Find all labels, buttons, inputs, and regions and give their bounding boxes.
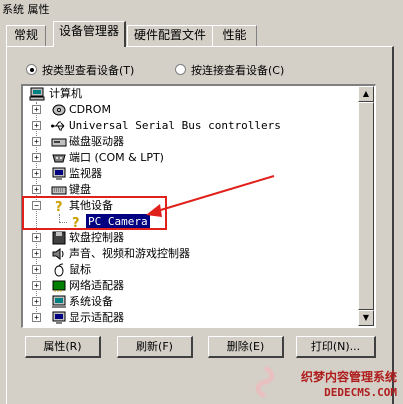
print-button[interactable]: 打印(N)...: [296, 336, 376, 358]
network-icon: [52, 280, 66, 292]
usb-icon: [51, 121, 65, 131]
mouse-icon: [54, 263, 64, 277]
properties-button[interactable]: 属性(R): [25, 336, 101, 358]
expand-toggle[interactable]: +: [32, 169, 41, 178]
system-device-icon: [52, 295, 66, 308]
window-title-bar: 系统 属性: [0, 0, 403, 16]
tab-hardware-profiles[interactable]: 硬件配置文件: [127, 25, 213, 46]
tree-item[interactable]: + 声音、视频和游戏控制器: [29, 246, 359, 261]
expand-toggle[interactable]: +: [32, 249, 41, 258]
view-by-type-label: 按类型查看设备(T): [42, 64, 135, 77]
port-icon: [52, 154, 66, 163]
expand-toggle[interactable]: +: [32, 137, 41, 146]
expand-toggle[interactable]: +: [32, 105, 41, 114]
monitor-icon: [52, 167, 66, 180]
tree-root-label: 计算机: [49, 87, 82, 100]
scroll-thumb[interactable]: [358, 102, 374, 310]
tree-item[interactable]: + 鼠标: [29, 262, 359, 277]
keyboard-icon: [51, 186, 67, 195]
expand-toggle[interactable]: +: [32, 233, 41, 242]
computer-icon: [29, 87, 45, 101]
tree-item[interactable]: + Universal Serial Bus controllers: [29, 118, 359, 133]
floppy-controller-icon: [52, 231, 66, 245]
watermark-logo-icon: [255, 366, 275, 398]
expand-toggle[interactable]: +: [32, 281, 41, 290]
tree-item[interactable]: + 磁盘驱动器: [29, 134, 359, 149]
tree-item[interactable]: + 软盘控制器: [29, 230, 359, 245]
window-title: 系统 属性: [2, 3, 50, 16]
tab-general[interactable]: 常规: [6, 25, 46, 46]
scroll-up-button[interactable]: ▲: [358, 86, 374, 102]
expand-toggle[interactable]: +: [32, 153, 41, 162]
cdrom-icon: [52, 104, 66, 116]
tree-item[interactable]: + 端口 (COM & LPT): [29, 150, 359, 165]
expand-toggle[interactable]: +: [32, 121, 41, 130]
remove-button[interactable]: 删除(E): [208, 336, 284, 358]
tree-item[interactable]: + 网络适配器: [29, 278, 359, 293]
view-by-connection-label: 按连接查看设备(C): [191, 64, 285, 77]
expand-toggle[interactable]: +: [32, 313, 41, 322]
display-adapter-icon: [52, 311, 66, 324]
tree-scrollbar[interactable]: ▲ ▼: [358, 86, 374, 326]
expand-toggle[interactable]: +: [32, 185, 41, 194]
view-by-type-radio[interactable]: [26, 64, 37, 75]
expand-toggle[interactable]: +: [32, 297, 41, 306]
tab-performance[interactable]: 性能: [212, 25, 257, 46]
refresh-button[interactable]: 刷新(F): [117, 336, 193, 358]
view-by-connection-radio[interactable]: [175, 64, 186, 75]
annotation-arrow-icon: [146, 175, 275, 217]
scroll-down-button[interactable]: ▼: [358, 310, 374, 326]
watermark-domain: DEDECMS.COM: [324, 386, 397, 399]
expand-toggle[interactable]: +: [32, 265, 41, 274]
watermark-text: 织梦内容管理系统: [300, 370, 397, 384]
tree-item[interactable]: + 系统设备: [29, 294, 359, 309]
sound-icon: [52, 248, 64, 260]
disk-drive-icon: [51, 138, 67, 147]
tree-item[interactable]: + CDROM: [29, 102, 359, 117]
tree-item[interactable]: + 显示适配器: [29, 310, 359, 325]
tab-device-manager[interactable]: 设备管理器: [53, 21, 126, 47]
